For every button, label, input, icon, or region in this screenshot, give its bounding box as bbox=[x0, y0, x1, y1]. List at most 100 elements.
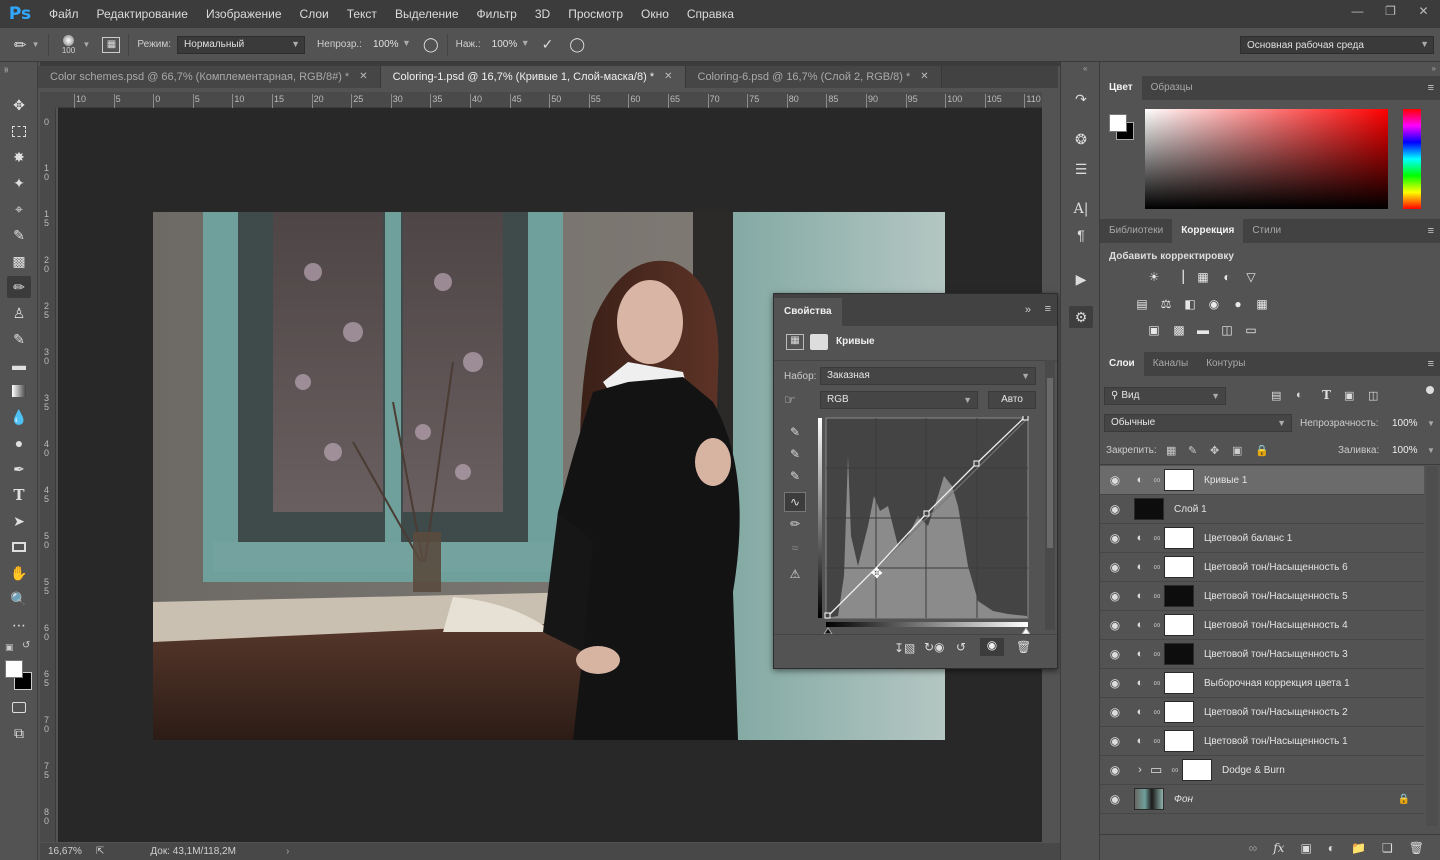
tab-layers[interactable]: Слои bbox=[1100, 352, 1144, 376]
menu-item-5[interactable]: Выделение bbox=[386, 0, 468, 28]
menu-item-4[interactable]: Текст bbox=[338, 0, 386, 28]
visibility-eye-icon[interactable]: ◉ bbox=[1100, 473, 1130, 487]
visibility-eye-icon[interactable]: ◉ bbox=[1100, 647, 1130, 661]
layer-row[interactable]: ◉ Фон 🔒 bbox=[1100, 785, 1424, 814]
filter-smart-object-icon[interactable]: ◫ bbox=[1368, 389, 1378, 402]
lock-all-icon[interactable]: 🔒 bbox=[1255, 444, 1269, 457]
new-group-icon[interactable]: 📁 bbox=[1351, 841, 1366, 855]
marquee-tool-icon[interactable] bbox=[7, 120, 31, 142]
pen-tool-icon[interactable]: ✒ bbox=[7, 458, 31, 480]
selective-color-icon[interactable]: ◫ bbox=[1218, 322, 1236, 338]
view-previous-icon[interactable]: ↻◉ bbox=[924, 640, 945, 654]
foreground-color-swatch[interactable] bbox=[5, 660, 23, 678]
opacity-field[interactable]: 100% ▼ bbox=[366, 35, 415, 54]
screen-mode-icon[interactable]: ⧉ bbox=[7, 722, 31, 744]
brush-tool-preset-icon[interactable]: ✏ bbox=[14, 36, 27, 54]
clip-to-layer-icon[interactable]: ↧▧ bbox=[894, 641, 915, 655]
visibility-eye-icon[interactable]: ◉ bbox=[1100, 734, 1130, 748]
curve-points-icon[interactable]: ∿ bbox=[784, 492, 806, 512]
visibility-eye-icon[interactable]: ◉ bbox=[1100, 560, 1130, 574]
export-icon[interactable]: ⇱ bbox=[96, 846, 104, 857]
threshold-icon[interactable]: ▬ bbox=[1194, 322, 1212, 338]
lock-pixels-icon[interactable]: ✎ bbox=[1188, 444, 1197, 457]
sample-black-eyedropper-icon[interactable]: ✎ bbox=[784, 422, 806, 442]
zoom-level[interactable]: 16,67% bbox=[48, 846, 88, 857]
history-brush-icon[interactable]: ✎ bbox=[7, 328, 31, 350]
brush-panel-icon[interactable]: ❂ bbox=[1069, 128, 1093, 150]
auto-button[interactable]: Авто bbox=[988, 391, 1036, 409]
paragraph-panel-icon[interactable]: ¶ bbox=[1069, 224, 1093, 246]
lock-transparent-icon[interactable]: ▦ bbox=[1166, 444, 1176, 457]
history-panel-icon[interactable]: ↷ bbox=[1069, 88, 1093, 110]
dodge-tool-icon[interactable]: ● bbox=[7, 432, 31, 454]
link-chain-icon[interactable]: ∞ bbox=[1150, 678, 1164, 689]
filter-pixel-icon[interactable]: ▤ bbox=[1271, 389, 1281, 402]
properties-scrollbar[interactable] bbox=[1045, 360, 1055, 630]
hue-saturation-icon[interactable]: ▤ bbox=[1133, 296, 1151, 312]
exposure-icon[interactable]: ◐ bbox=[1218, 269, 1236, 285]
crop-tool-icon[interactable]: ⌖ bbox=[7, 198, 31, 220]
collapse-icon[interactable]: » bbox=[1025, 304, 1031, 316]
curves-icon[interactable]: ▦ bbox=[1194, 269, 1212, 285]
link-layers-icon[interactable]: ∞ bbox=[1249, 841, 1258, 855]
collapse-icon[interactable]: « bbox=[1083, 64, 1087, 73]
horizontal-ruler[interactable]: 10 5 0 5 10 15 20 25 30 35 40 45 50 55 60 65 70 75 80 85 90 9… bbox=[58, 92, 1042, 108]
invert-icon[interactable]: ▣ bbox=[1145, 322, 1163, 338]
reset-icon[interactable]: ↺ bbox=[956, 640, 966, 654]
vertical-ruler[interactable]: 0 1 0 1 5 2 0 2 5 3 0 3 5 4 0 4 5 5 0 5 5 6 0 6 5 7 0… bbox=[40, 108, 56, 842]
menu-item-6[interactable]: Фильтр bbox=[468, 0, 526, 28]
layer-row[interactable]: ◉ ◐ ∞ Цветовой тон/Насыщенность 5 bbox=[1100, 582, 1424, 611]
chevron-down-icon[interactable]: ▼ bbox=[32, 40, 40, 49]
quick-mask-icon[interactable] bbox=[7, 696, 31, 718]
swap-colors-icon[interactable]: ↺ bbox=[22, 640, 30, 651]
curves-graph[interactable]: ✥ bbox=[818, 416, 1030, 640]
new-layer-icon[interactable]: ❏ bbox=[1382, 841, 1393, 855]
color-lookup-icon[interactable]: ▦ bbox=[1253, 296, 1271, 312]
menu-item-2[interactable]: Изображение bbox=[197, 0, 291, 28]
magic-wand-icon[interactable]: ✦ bbox=[7, 172, 31, 194]
eraser-tool-icon[interactable]: ▬ bbox=[7, 354, 31, 376]
pencil-draw-icon[interactable]: ✏ bbox=[784, 514, 806, 534]
menu-item-3[interactable]: Слои bbox=[291, 0, 338, 28]
type-tool-icon[interactable]: T bbox=[7, 484, 31, 506]
expand-toolbar-icon[interactable]: » bbox=[4, 66, 8, 75]
menu-item-7[interactable]: 3D bbox=[526, 0, 559, 28]
close-icon[interactable]: ✕ bbox=[359, 66, 367, 88]
properties-tab[interactable]: Свойства bbox=[774, 298, 842, 326]
visibility-eye-icon[interactable]: ◉ bbox=[1100, 531, 1130, 545]
document-tab[interactable]: Coloring-6.psd @ 16,7% (Слой 2, RGB/8) *… bbox=[685, 66, 942, 88]
properties-panel-icon[interactable]: ⚙ bbox=[1069, 306, 1093, 328]
blend-mode-select[interactable]: Обычные ▼ bbox=[1104, 414, 1292, 432]
layer-opacity-value[interactable]: 100% bbox=[1392, 418, 1418, 429]
gradient-map-icon[interactable]: ▭ bbox=[1242, 322, 1260, 338]
layer-row[interactable]: ◉ ◐ ∞ Выборочная коррекция цвета 1 bbox=[1100, 669, 1424, 698]
size-pressure-icon[interactable]: ◯ bbox=[569, 36, 585, 53]
eyedropper-tool-icon[interactable]: ✎ bbox=[7, 224, 31, 246]
layer-row[interactable]: ◉ ◐ ∞ Цветовой тон/Насыщенность 1 bbox=[1100, 727, 1424, 756]
channel-mixer-icon[interactable]: ● bbox=[1229, 296, 1247, 312]
mode-select[interactable]: Нормальный ▼ bbox=[177, 35, 306, 54]
brush-panel-icon[interactable]: ▦ bbox=[102, 36, 121, 53]
clipping-warning-icon[interactable]: ⚠ bbox=[784, 564, 806, 584]
layer-row[interactable]: ◉ › ▭ ∞ Dodge & Burn bbox=[1100, 756, 1424, 785]
filter-toggle-icon[interactable] bbox=[1426, 386, 1434, 394]
workspace-select[interactable]: Основная рабочая среда ▼ bbox=[1240, 36, 1434, 54]
flow-field[interactable]: 100% ▼ bbox=[485, 35, 534, 54]
filter-shape-icon[interactable]: ▣ bbox=[1344, 389, 1354, 402]
character-panel-icon[interactable]: A| bbox=[1069, 198, 1093, 220]
hue-slider[interactable] bbox=[1403, 109, 1421, 209]
visibility-eye-icon[interactable]: ◉ bbox=[1100, 792, 1130, 806]
tab-styles[interactable]: Стили bbox=[1243, 219, 1290, 243]
tab-adjustments[interactable]: Коррекция bbox=[1172, 219, 1244, 243]
filter-adjustment-icon[interactable]: ◐ bbox=[1296, 389, 1303, 401]
layer-row[interactable]: ◉ ◐ ∞ Цветовой тон/Насыщенность 4 bbox=[1100, 611, 1424, 640]
layer-row[interactable]: ◉ ◐ ∞ Цветовой тон/Насыщенность 3 bbox=[1100, 640, 1424, 669]
collapse-icon[interactable]: » bbox=[1432, 64, 1436, 73]
zoom-tool-icon[interactable]: 🔍 bbox=[7, 588, 31, 610]
blur-tool-icon[interactable]: 💧 bbox=[7, 406, 31, 428]
sample-gray-eyedropper-icon[interactable]: ✎ bbox=[784, 444, 806, 464]
vibrance-icon[interactable]: ▽ bbox=[1242, 269, 1260, 285]
actions-play-icon[interactable]: ▶ bbox=[1069, 268, 1093, 290]
layers-scrollbar[interactable] bbox=[1426, 466, 1438, 826]
chevron-down-icon[interactable]: ▼ bbox=[1427, 419, 1435, 428]
